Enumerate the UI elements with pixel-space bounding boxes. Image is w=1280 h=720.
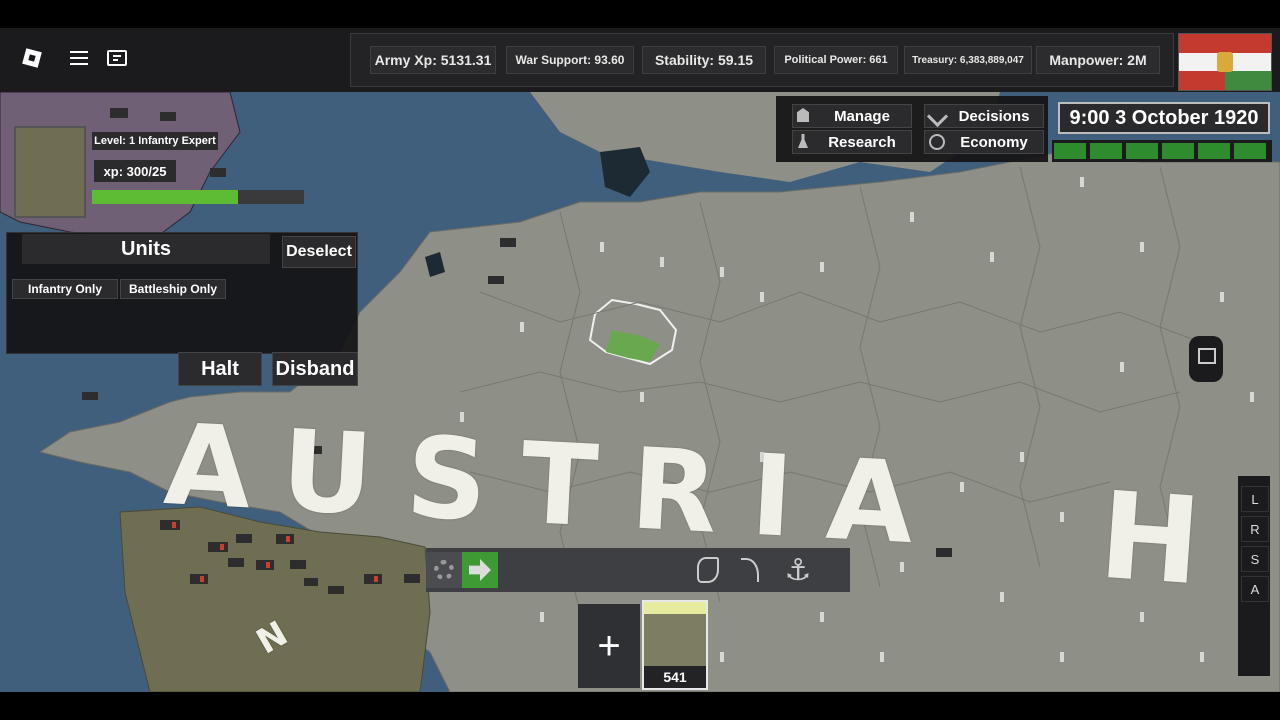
war-support-stat: War Support: 93.60: [506, 46, 634, 74]
menu-icon[interactable]: [70, 51, 88, 65]
decisions-label: Decisions: [958, 107, 1030, 125]
stability-stat: Stability: 59.15: [642, 46, 766, 74]
speed-segment[interactable]: [1090, 143, 1122, 159]
speed-segment[interactable]: [1198, 143, 1230, 159]
speed-bar[interactable]: [1052, 140, 1272, 162]
route-icon[interactable]: [734, 552, 766, 588]
halt-button[interactable]: Halt: [178, 352, 262, 386]
units-title: Units: [22, 234, 270, 264]
gavel-icon: [926, 105, 949, 128]
gear-icon[interactable]: [426, 552, 462, 588]
economy-label: Economy: [960, 133, 1028, 151]
unit-count: 541: [644, 666, 706, 688]
economy-button[interactable]: Economy: [924, 130, 1044, 154]
army-map-icon[interactable]: [692, 552, 724, 588]
speed-segment[interactable]: [1162, 143, 1194, 159]
speed-segment[interactable]: [1234, 143, 1266, 159]
map-canvas[interactable]: [0, 92, 1280, 692]
manage-label: Manage: [834, 107, 890, 125]
building-icon: [797, 108, 809, 122]
unit-xp-progress: [92, 190, 304, 204]
add-button[interactable]: +: [578, 604, 640, 688]
anchor-icon[interactable]: ⚓: [782, 552, 814, 588]
letterbox-bottom: [0, 692, 1280, 720]
deselect-button[interactable]: Deselect: [282, 236, 356, 268]
chat-icon[interactable]: [107, 50, 127, 66]
flask-icon: [798, 134, 808, 148]
country-flag[interactable]: [1178, 33, 1272, 91]
side-button-r[interactable]: R: [1241, 516, 1269, 542]
side-button-l[interactable]: L: [1241, 486, 1269, 512]
manpower-stat: Manpower: 2M: [1036, 46, 1160, 74]
battleship-only-filter[interactable]: Battleship Only: [120, 279, 226, 299]
arrow-right-icon[interactable]: [462, 552, 498, 588]
game-map[interactable]: AUSTRIA H N: [0, 92, 1280, 692]
research-label: Research: [828, 133, 896, 151]
manage-button[interactable]: Manage: [792, 104, 912, 128]
unit-card-strip: [644, 602, 706, 614]
side-button-a[interactable]: A: [1241, 576, 1269, 602]
unit-level-label: Level: 1 Infantry Expert: [92, 132, 218, 150]
unit-xp-label: xp: 300/25: [94, 160, 176, 182]
unit-xp-progress-fill: [92, 190, 238, 204]
disband-button[interactable]: Disband: [272, 352, 358, 386]
date-time: 9:00 3 October 1920: [1058, 102, 1270, 134]
capture-icon[interactable]: [1189, 336, 1223, 382]
selected-unit-card[interactable]: 541: [642, 600, 708, 690]
map-country-label-2: H: [1095, 466, 1206, 613]
speed-segment[interactable]: [1054, 143, 1086, 159]
infantry-only-filter[interactable]: Infantry Only: [12, 279, 118, 299]
research-button[interactable]: Research: [792, 130, 912, 154]
letterbox-top: [0, 0, 1280, 28]
political-power-stat: Political Power: 661: [774, 46, 898, 74]
army-xp-stat: Army Xp: 5131.31: [370, 46, 496, 74]
speed-segment[interactable]: [1126, 143, 1158, 159]
treasury-stat: Treasury: 6,383,889,047: [904, 46, 1032, 74]
coin-icon: [929, 134, 945, 150]
unit-portrait: [14, 126, 86, 218]
side-button-s[interactable]: S: [1241, 546, 1269, 572]
decisions-button[interactable]: Decisions: [924, 104, 1044, 128]
